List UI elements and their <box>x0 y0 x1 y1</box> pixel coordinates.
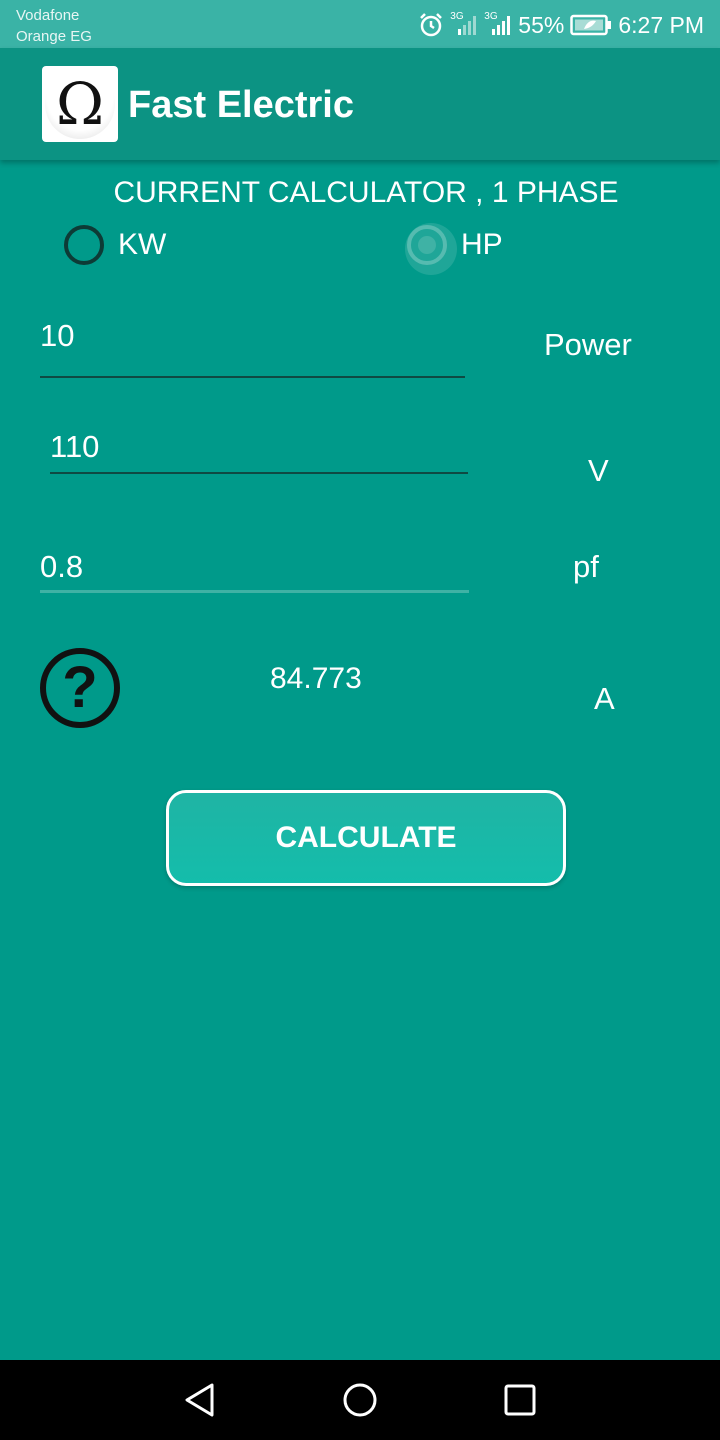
signal-icon-2: 3G <box>484 11 512 37</box>
radio-checked-icon <box>405 223 457 275</box>
navigation-bar <box>0 1360 720 1440</box>
power-label: Power <box>544 327 632 362</box>
back-icon[interactable] <box>182 1382 218 1418</box>
voltage-input[interactable]: 110 <box>50 429 99 465</box>
network-type-1: 3G <box>450 11 464 22</box>
clock: 6:27 PM <box>618 11 704 38</box>
voltage-input-underline <box>50 472 468 474</box>
help-icon[interactable]: ? <box>40 648 120 728</box>
radio-kw[interactable]: KW <box>64 225 166 265</box>
recents-icon[interactable] <box>502 1382 538 1418</box>
app-logo: Ω <box>42 66 118 142</box>
status-bar: Vodafone Orange EG 3G 3G 55% 6:27 PM <box>0 0 720 48</box>
calculate-button[interactable]: CALCULATE <box>166 790 566 886</box>
alarm-icon <box>418 12 444 38</box>
status-icons: 3G 3G 55% 6:27 PM <box>418 10 704 40</box>
power-input[interactable]: 10 <box>40 318 74 354</box>
result-unit: A <box>594 681 615 716</box>
home-icon[interactable] <box>342 1382 378 1418</box>
battery-icon <box>570 14 612 36</box>
radio-kw-label: KW <box>118 228 167 261</box>
network-type-2: 3G <box>484 11 498 22</box>
omega-icon: Ω <box>45 69 115 139</box>
radio-unchecked-icon <box>64 225 104 265</box>
power-input-underline <box>40 376 465 378</box>
pf-input[interactable]: 0.8 <box>40 549 83 585</box>
pf-label: pf <box>573 549 599 584</box>
radio-hp[interactable]: HP <box>405 223 503 275</box>
carrier-info: Vodafone Orange EG <box>16 5 92 47</box>
voltage-label: V <box>588 453 609 488</box>
carrier-name-1: Vodafone <box>16 7 80 24</box>
app-bar: Ω Fast Electric <box>0 48 720 160</box>
signal-icon-1: 3G <box>450 11 478 37</box>
carrier-name-2: Orange EG <box>16 28 92 45</box>
radio-hp-label: HP <box>461 228 503 261</box>
result-value: 84.773 <box>270 662 362 695</box>
battery-percent: 55% <box>518 11 565 38</box>
calculator-heading: CURRENT CALCULATOR , 1 PHASE <box>113 176 619 209</box>
app-title: Fast Electric <box>128 84 354 126</box>
pf-input-underline <box>40 590 469 593</box>
